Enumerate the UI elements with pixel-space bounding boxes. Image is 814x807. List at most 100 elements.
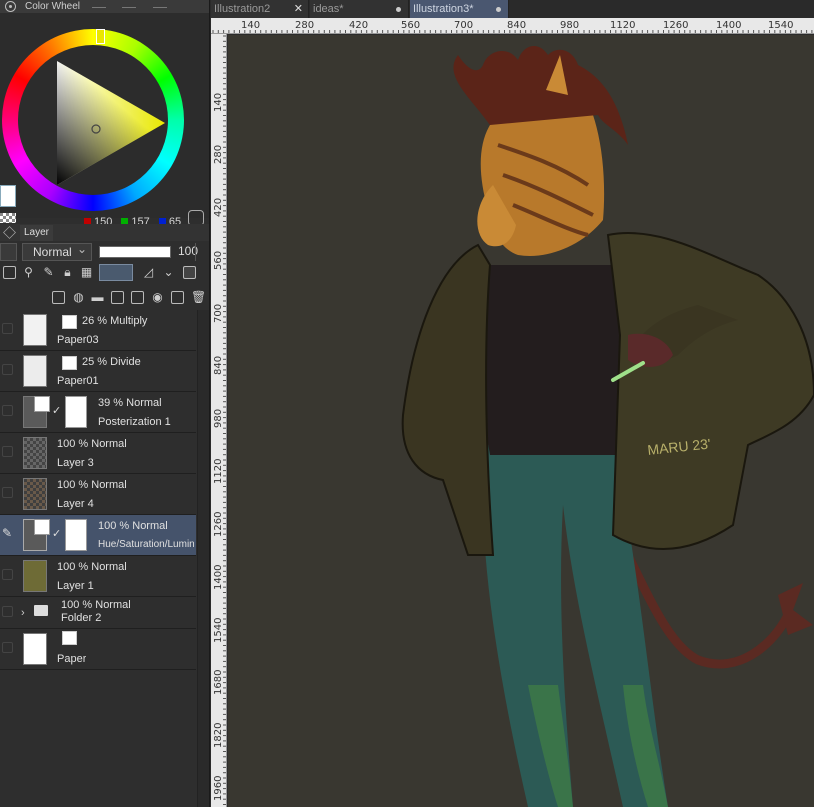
- layer-property-toolbar: ⚲ ✎ 🔒︎ ▦ ◿ ⌄: [0, 263, 209, 283]
- correction-layer-icon: [34, 396, 50, 412]
- new-vector-layer-icon[interactable]: ◍: [72, 291, 85, 304]
- ruler-label: 840: [507, 20, 527, 31]
- layer-row[interactable]: 25 % Divide Paper01: [0, 351, 196, 392]
- drawing-canvas[interactable]: MARU 23': [228, 35, 814, 807]
- layer-name: Paper01: [57, 375, 99, 387]
- layers-icon: [3, 226, 16, 239]
- history-tab-icon[interactable]: [153, 0, 167, 8]
- layer-mode: 25 % Divide: [82, 356, 141, 368]
- ruler-label: 1260: [663, 20, 689, 31]
- ruler-label: 980: [213, 408, 224, 428]
- unsaved-dot-icon: [396, 7, 401, 12]
- layer-row-selected[interactable]: ✎ ✓ 100 % Normal Hue/Saturation/Luminosi…: [0, 515, 196, 556]
- clip-icon[interactable]: [3, 266, 16, 279]
- tab-ideas[interactable]: ideas*: [310, 0, 409, 18]
- tab-label: Illustration2: [214, 3, 271, 15]
- layer-row[interactable]: ✓ 39 % Normal Posterization 1: [0, 392, 196, 433]
- tab-label: ideas*: [313, 3, 344, 15]
- layer-name: Hue/Saturation/Luminosity: [98, 539, 194, 550]
- new-folder-icon[interactable]: ▬: [91, 291, 104, 304]
- opacity-stepper[interactable]: [195, 243, 207, 261]
- visibility-toggle[interactable]: [2, 323, 13, 334]
- visibility-toggle[interactable]: [2, 364, 13, 375]
- transfer-down-icon[interactable]: [111, 291, 124, 304]
- ruler-label: 560: [401, 20, 421, 31]
- ruler-label: 420: [213, 197, 224, 217]
- ruler-label: 280: [295, 20, 315, 31]
- mask-icon[interactable]: ◉: [151, 291, 164, 304]
- dropdown-chevron-icon[interactable]: ⌄: [162, 266, 175, 279]
- close-icon[interactable]: ✕: [294, 0, 303, 18]
- layer-name: Posterization 1: [98, 416, 171, 428]
- blend-prev-button[interactable]: [0, 243, 17, 261]
- sub-color-swatch[interactable]: [0, 213, 16, 223]
- folder-row[interactable]: › 100 % Normal Folder 2: [0, 597, 196, 629]
- ruler-label: 1120: [610, 20, 636, 31]
- correction-layer-icon: [34, 519, 50, 535]
- layer-row[interactable]: 100 % Normal Layer 3: [0, 433, 196, 474]
- visibility-toggle[interactable]: [2, 569, 13, 580]
- layer-mask-thumbnail[interactable]: [65, 519, 87, 551]
- layer-row[interactable]: 26 % Multiply Paper03: [0, 310, 196, 351]
- ruler-label: 280: [213, 144, 224, 164]
- lock-transparency-icon[interactable]: ▦: [80, 266, 93, 279]
- visibility-toggle[interactable]: [2, 642, 13, 653]
- layer-thumbnail: [23, 478, 47, 510]
- ruler-label: 1120: [213, 458, 224, 484]
- combine-down-icon[interactable]: [131, 291, 144, 304]
- apply-mask-icon[interactable]: [171, 291, 184, 304]
- saturation-value-triangle[interactable]: [57, 61, 167, 186]
- layer-row[interactable]: 100 % Normal Layer 4: [0, 474, 196, 515]
- ruler-label: 560: [213, 250, 224, 270]
- ruler-top: 140 280 420 560 700 840 980 1120 1260 14…: [211, 18, 814, 34]
- ruler-label: 140: [213, 92, 224, 112]
- delete-layer-icon[interactable]: 🗑︎: [191, 291, 206, 304]
- paper-layer-icon: [62, 631, 77, 645]
- tab-illustration3[interactable]: Illustration3*: [410, 0, 509, 18]
- ruler-label: 1260: [213, 511, 224, 537]
- ruler-toggle-icon[interactable]: ◿: [142, 266, 155, 279]
- paper-texture-icon: [62, 315, 77, 329]
- layer-tab[interactable]: Layer: [20, 225, 54, 241]
- layer-row[interactable]: 100 % Normal Layer 1: [0, 556, 196, 597]
- layer-row[interactable]: Paper: [0, 629, 196, 670]
- folder-expand-icon[interactable]: ›: [21, 607, 25, 619]
- layer-name: Paper: [57, 653, 87, 665]
- layer-color-icon[interactable]: [183, 266, 196, 279]
- ruler-label: 840: [213, 355, 224, 375]
- layer-action-toolbar: ◍ ▬ ◉ 🗑︎: [0, 288, 209, 308]
- layer-thumbnail: [23, 437, 47, 469]
- brush-tab-icon[interactable]: [92, 0, 106, 8]
- lock-icon[interactable]: 🔒︎: [61, 266, 74, 279]
- layer-mode: 100 % Normal: [57, 561, 127, 573]
- main-color-swatch[interactable]: [0, 185, 16, 207]
- draft-icon[interactable]: ✎: [42, 266, 55, 279]
- document-tabs: Illustration2 ✕ ideas* Illustration3*: [211, 0, 814, 18]
- ruler-label: 1820: [213, 722, 224, 748]
- layer-list: 26 % Multiply Paper03 25 % Divide Paper0…: [0, 310, 196, 670]
- layer-mask-thumbnail[interactable]: [65, 396, 87, 428]
- ruler-label: 700: [454, 20, 474, 31]
- visibility-toggle[interactable]: [2, 487, 13, 498]
- unsaved-dot-icon: [496, 7, 501, 12]
- new-raster-layer-icon[interactable]: [52, 291, 65, 304]
- ruler-label: 980: [560, 20, 580, 31]
- visibility-toggle[interactable]: [2, 446, 13, 457]
- visibility-toggle[interactable]: [2, 606, 13, 617]
- color-wheel-title: Color Wheel: [25, 1, 81, 12]
- left-panel: Color Wheel 150 157 65 Layer Normal ⌄ 10…: [0, 0, 210, 807]
- palette-tab-icon[interactable]: [122, 0, 136, 8]
- layer-thumbnail: [23, 560, 47, 592]
- layer-list-scrollbar[interactable]: [197, 310, 209, 807]
- hue-marker[interactable]: [96, 29, 105, 44]
- opacity-slider[interactable]: [99, 246, 171, 258]
- mask-toggle-icon[interactable]: [99, 264, 133, 281]
- tab-illustration2[interactable]: Illustration2 ✕: [211, 0, 309, 18]
- blend-mode-select[interactable]: Normal: [22, 241, 92, 261]
- ruler-label: 1400: [716, 20, 742, 31]
- visibility-toggle[interactable]: [2, 405, 13, 416]
- shirt: [473, 265, 626, 455]
- jacket-left: [401, 243, 495, 556]
- reference-icon[interactable]: ⚲: [22, 266, 35, 279]
- layer-thumbnail: [23, 355, 47, 387]
